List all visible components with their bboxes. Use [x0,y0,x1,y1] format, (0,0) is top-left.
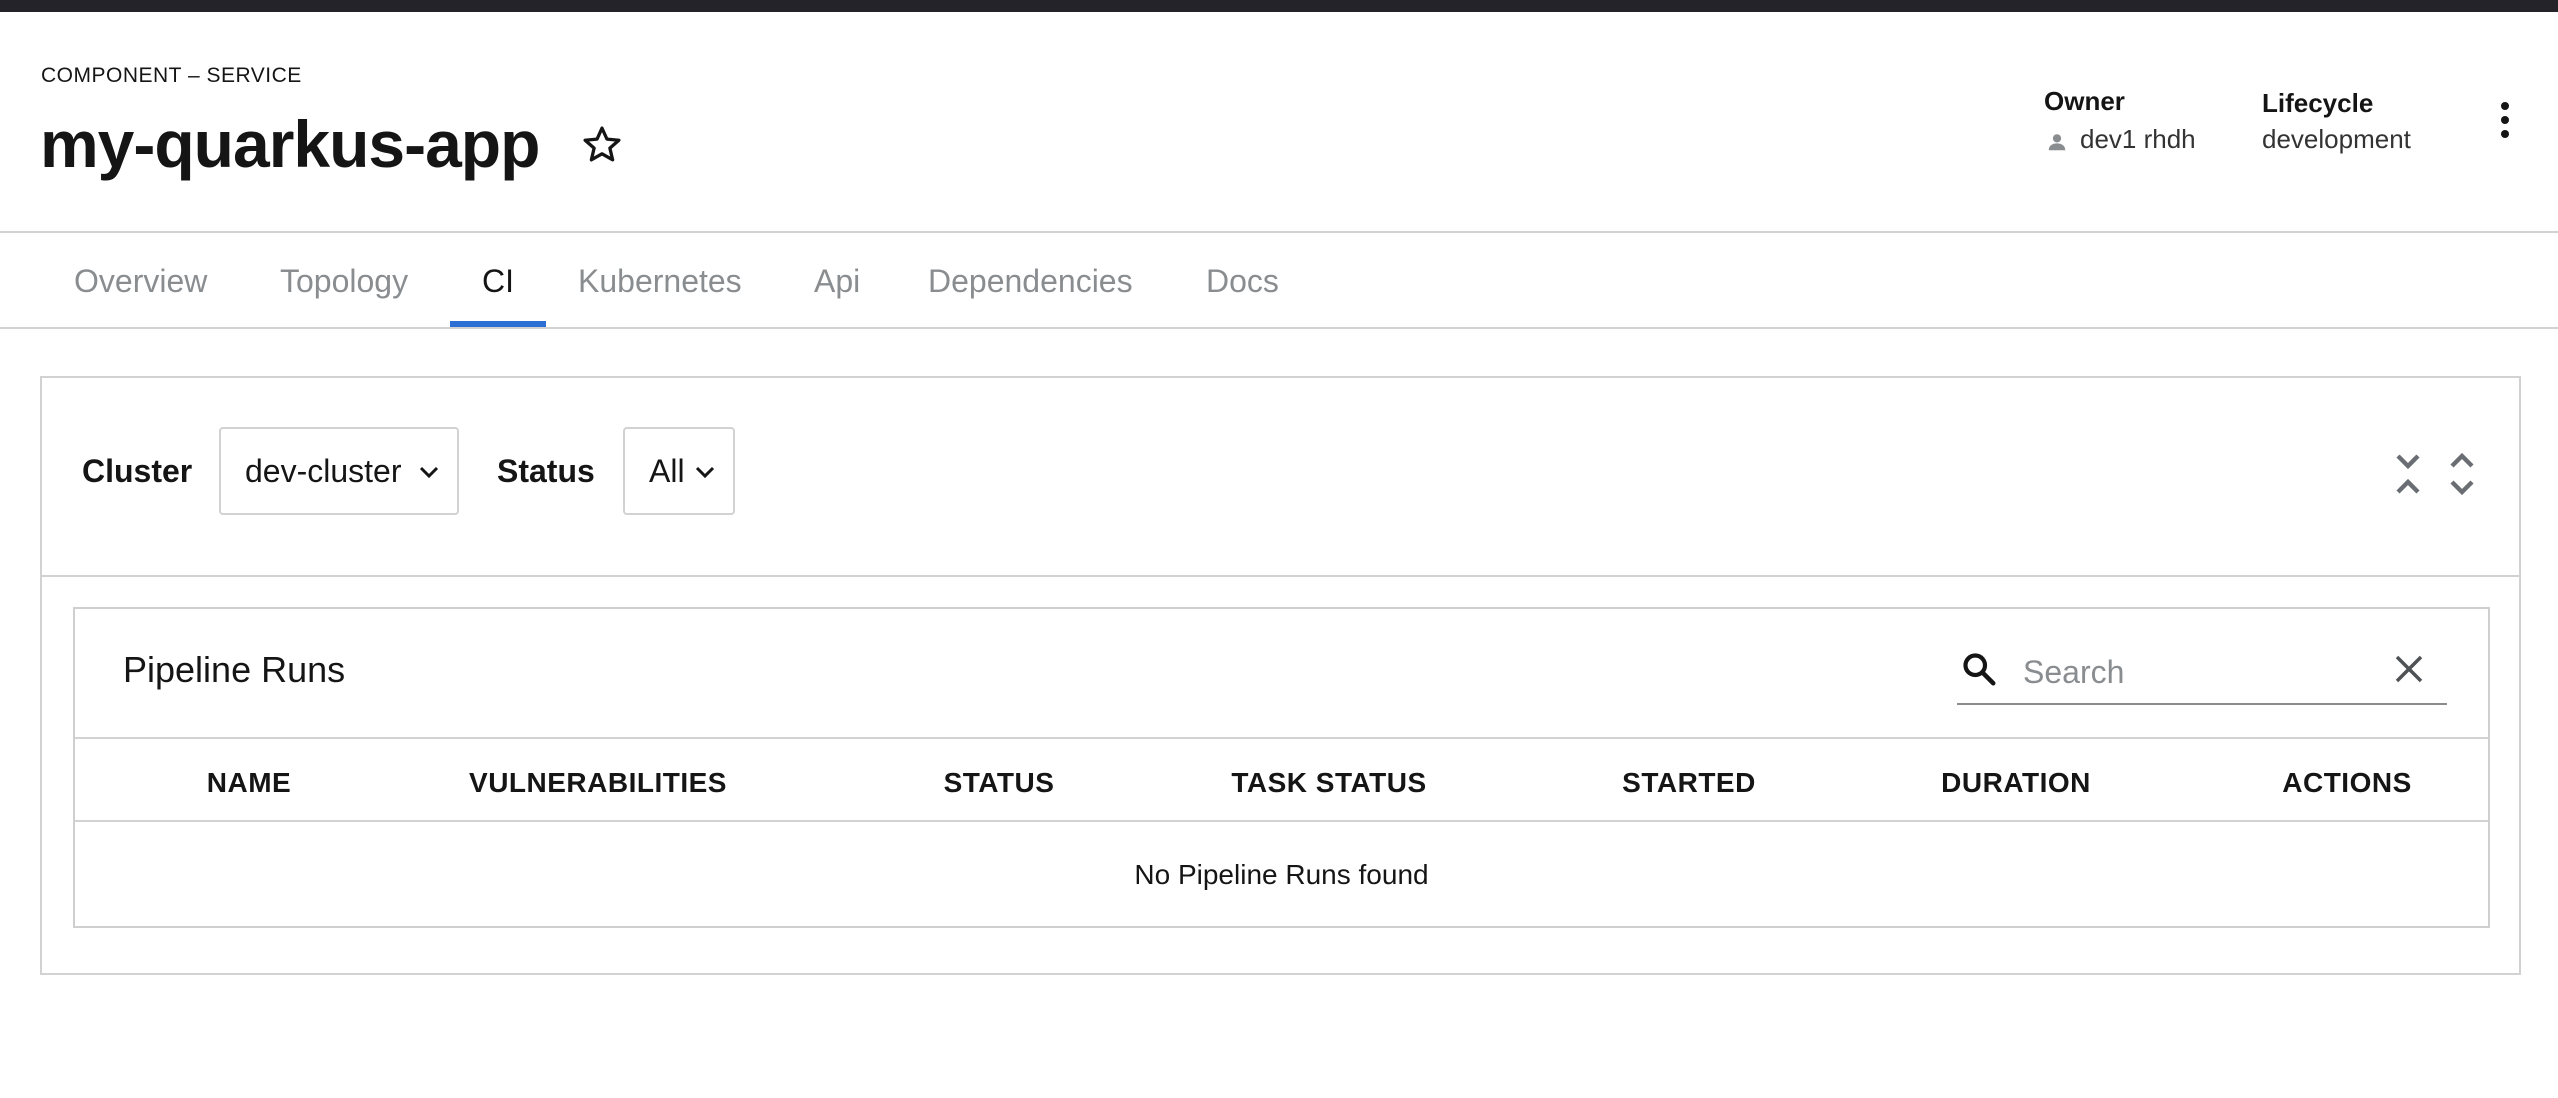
column-header-vulnerabilities[interactable]: VULNERABILITIES [469,767,727,799]
tab-api[interactable]: Api [814,233,860,329]
page-title: my-quarkus-app [40,107,540,181]
star-icon[interactable] [580,123,624,167]
tab-topology[interactable]: Topology [280,233,408,329]
owner-label: Owner [2044,86,2125,116]
search-input[interactable] [2021,647,2385,697]
tabs-divider [0,327,2558,329]
empty-state-message: No Pipeline Runs found [1134,859,1429,890]
expand-all-icon[interactable] [2448,452,2476,496]
pipeline-runs-title: Pipeline Runs [123,649,346,690]
tab-bar: Overview Topology CI Kubernetes Api Depe… [0,233,2558,329]
lifecycle-label: Lifecycle [2262,88,2374,118]
column-header-actions: ACTIONS [2282,767,2412,798]
tab-docs[interactable]: Docs [1206,233,1279,329]
cluster-select-value: dev-cluster [245,453,402,489]
status-label: Status [497,453,595,489]
pipeline-runs-table-card: Pipeline Runs NAME VULNERABILITIES STATU… [73,607,2490,928]
table-header-border [75,820,2488,822]
person-icon [2048,134,2066,151]
tab-ci[interactable]: CI [482,233,514,329]
owner-value-link[interactable]: dev1 rhdh [2080,124,2196,155]
tab-dependencies[interactable]: Dependencies [928,233,1133,329]
table-top-border [75,737,2488,739]
cluster-label: Cluster [82,453,193,489]
entity-kind-subtitle: COMPONENT – SERVICE [41,64,302,87]
search-field [1957,643,2447,705]
card-divider [42,575,2519,577]
ci-card: Cluster dev-cluster Status All Pipeline … [40,376,2521,975]
column-header-started[interactable]: STARTED [1622,767,1756,799]
status-select[interactable]: All [623,427,735,515]
cluster-select[interactable]: dev-cluster [219,427,459,515]
lifecycle-value: development [2262,124,2411,154]
tab-overview[interactable]: Overview [74,233,207,329]
status-select-value: All [649,453,685,489]
chevron-down-icon [419,466,439,479]
more-options-kebab-icon[interactable] [2494,102,2516,148]
close-icon[interactable] [2393,653,2425,685]
column-header-name[interactable]: NAME [207,767,291,799]
search-icon [1963,653,1996,686]
column-header-duration[interactable]: DURATION [1941,767,2091,799]
chevron-down-icon [695,466,715,479]
column-header-status[interactable]: STATUS [944,767,1055,799]
top-bar [0,0,2558,12]
collapse-all-icon[interactable] [2394,452,2422,496]
tab-kubernetes[interactable]: Kubernetes [578,233,742,329]
column-header-task-status[interactable]: TASK STATUS [1231,767,1426,799]
